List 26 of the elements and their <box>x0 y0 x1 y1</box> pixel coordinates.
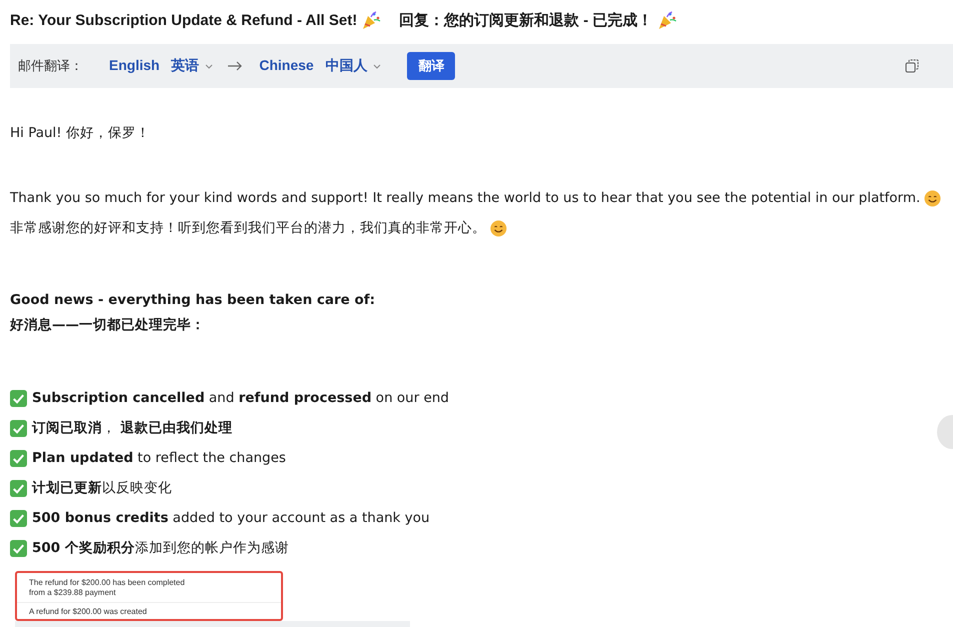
refund-text: A refund for $200.00 was created <box>28 606 148 618</box>
email-subject: Re: Your Subscription Update & Refund - All Set! <box>10 12 358 28</box>
source-language-dropdown[interactable]: English 英语 <box>109 57 214 75</box>
message-text: 计划已更新以反映变化 <box>32 479 172 498</box>
refund-text: The refund for $200.00 has been completed <box>29 578 186 588</box>
message-text: Hi Paul! 你好，保罗！ <box>10 124 150 143</box>
target-language-dropdown[interactable]: Chinese 中国人 <box>259 57 382 75</box>
message-text: 非常感谢您的好评和支持！听到您看到我们平台的潜力，我们真的非常开心。 <box>10 219 486 238</box>
message-text: 500 个奖励积分添加到您的帐户作为感谢 <box>32 539 289 558</box>
arrow-right-icon <box>227 61 244 71</box>
email-subject-translation: 回复：您的订阅更新和退款 - 已完成！ <box>399 10 653 30</box>
chevron-down-icon <box>373 64 382 68</box>
message-text: 订阅已取消， 退款已由我们处理 <box>32 419 232 438</box>
party-popper-icon <box>361 10 382 30</box>
message-text: Subscription cancelled and refund processed on our end <box>32 389 450 408</box>
message-text: 好消息——一切都已处理完毕： <box>10 316 205 335</box>
message-text: Plan updated to reflect the changes <box>32 449 286 468</box>
message-text: Thank you so much for your kind words and support! It really means the world to us to hear that you see the potential in our platform. <box>10 189 920 208</box>
copy-icon[interactable] <box>905 59 919 73</box>
message-text: 500 bonus credits added to your account as a thank you <box>32 509 430 528</box>
party-popper-icon <box>656 10 677 30</box>
message-text: Good news - everything has been taken care of: <box>10 291 376 310</box>
chevron-down-icon <box>205 64 214 68</box>
refund-text: from a $239.88 payment <box>29 588 117 598</box>
translate-label: 邮件翻译： <box>18 58 83 75</box>
translate-button[interactable]: 翻译 <box>407 52 456 80</box>
